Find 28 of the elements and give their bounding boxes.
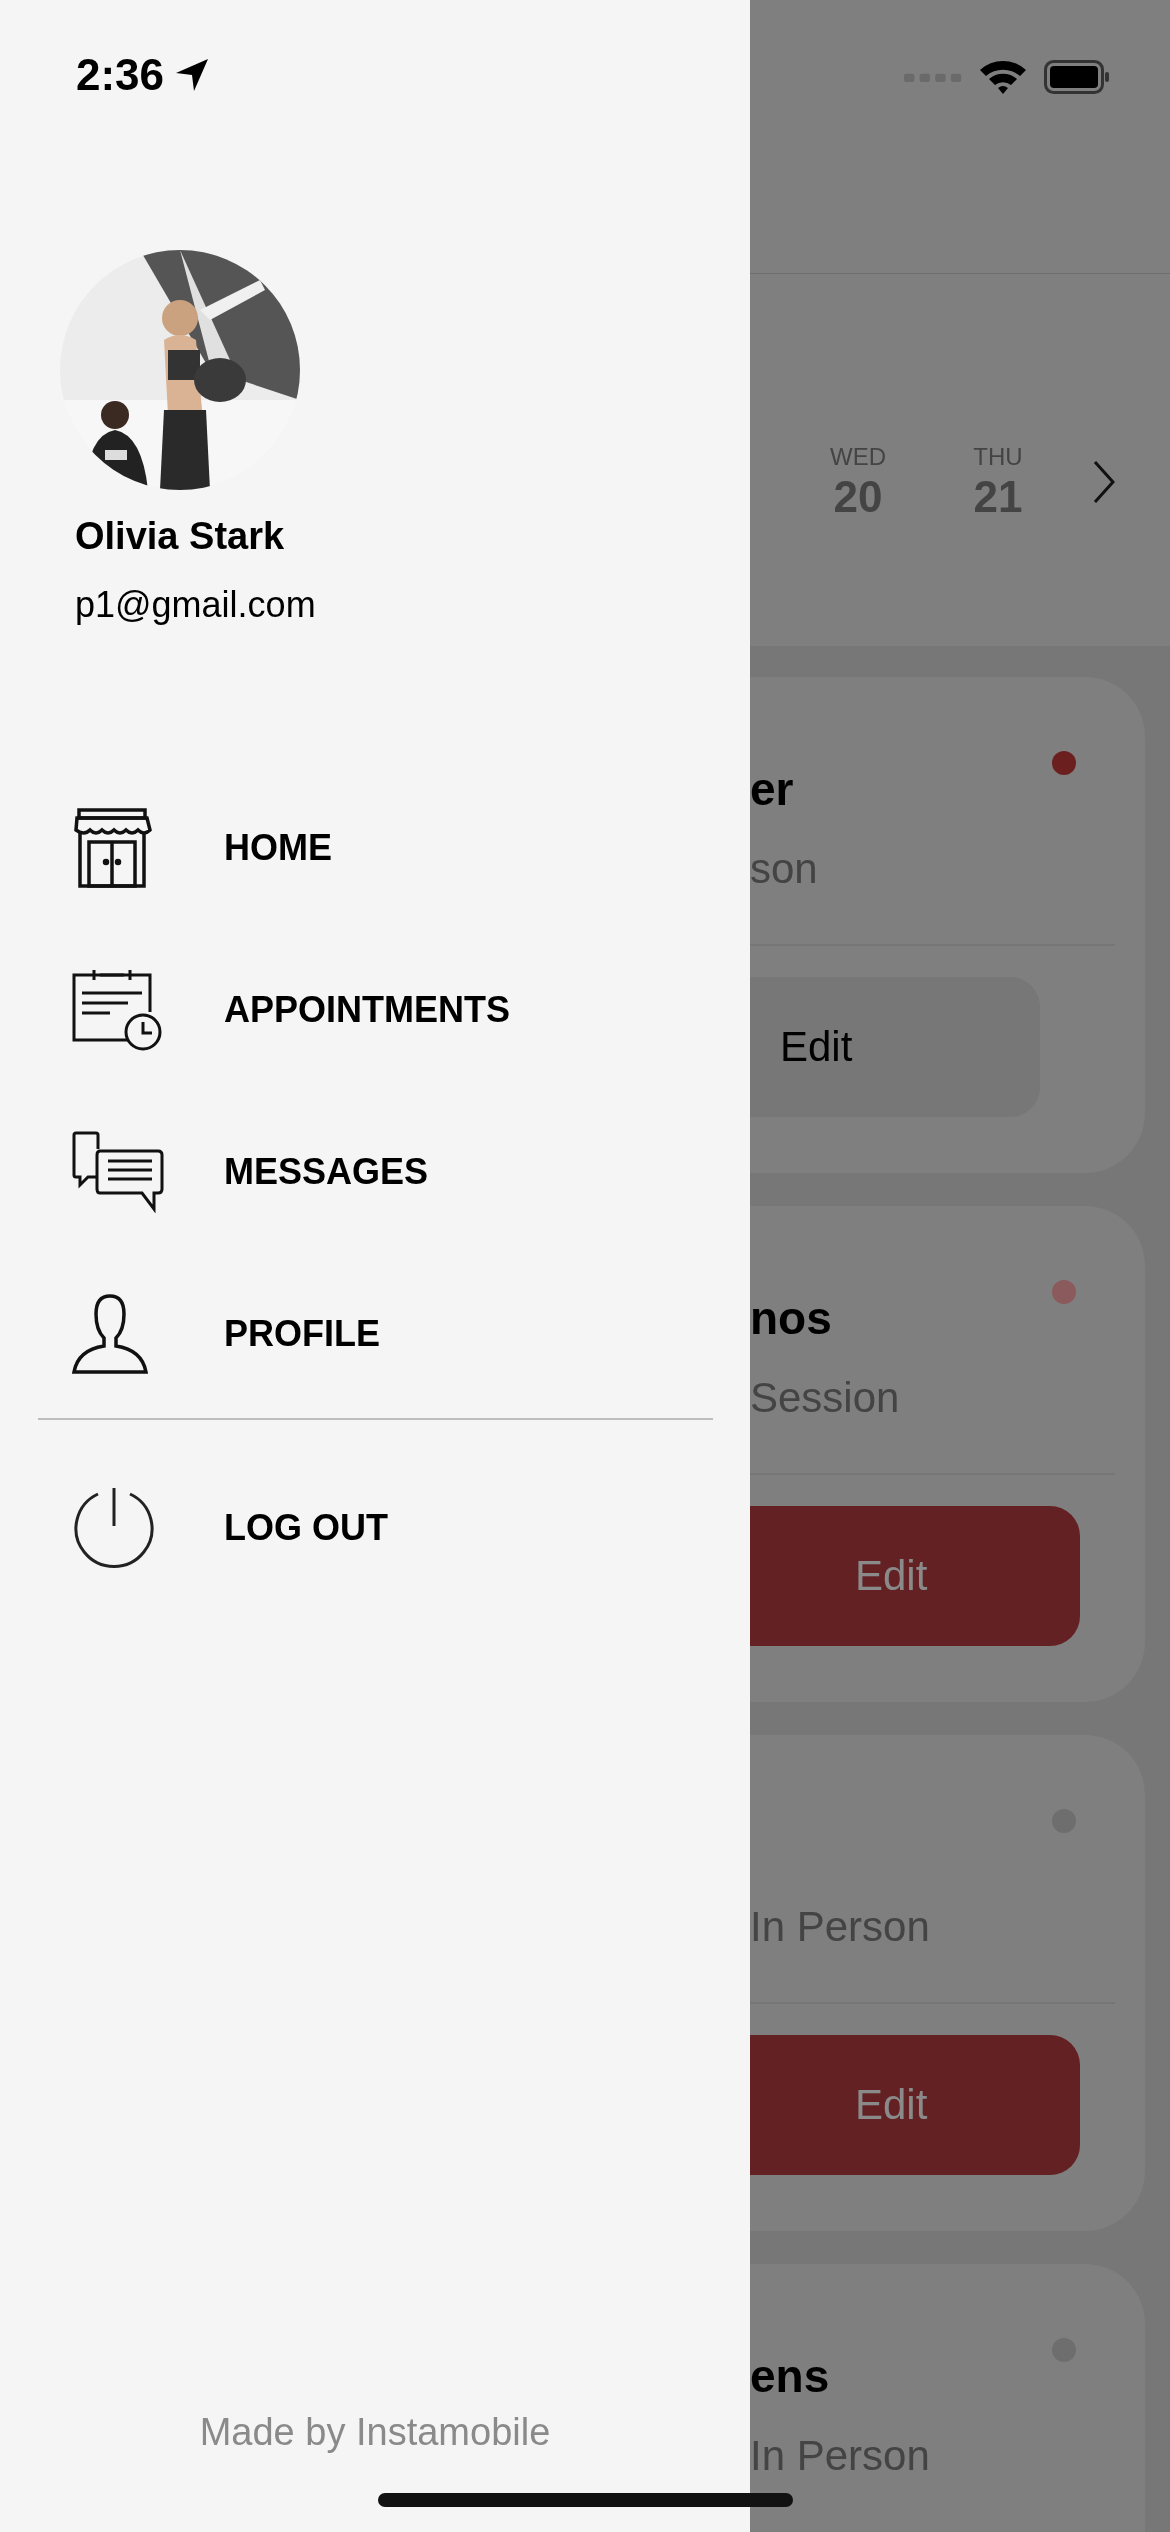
person-icon <box>72 1294 148 1374</box>
location-arrow-icon <box>174 57 211 93</box>
power-icon <box>72 1486 156 1570</box>
chevron-right-icon[interactable] <box>1093 460 1115 504</box>
weekday-label: THU <box>973 442 1023 472</box>
session-type: In Person <box>750 1902 931 1952</box>
client-name: ens <box>750 2349 831 2404</box>
menu-item[interactable]: APPOINTMENTS <box>0 929 510 1091</box>
calendar-clock-icon <box>72 968 164 1052</box>
user-name: Olivia Stark <box>75 514 285 558</box>
menu-item[interactable]: PROFILE <box>0 1253 380 1415</box>
footer-credit: Made by Instamobile <box>199 2410 551 2455</box>
status-time: 2:36 <box>76 50 165 100</box>
user-email: p1@gmail.com <box>75 583 316 627</box>
menu-item[interactable]: MESSAGES <box>0 1091 429 1253</box>
edit-button[interactable]: Edit <box>750 977 1040 1117</box>
wifi-icon <box>978 58 1028 96</box>
session-type: Session <box>750 1373 901 1423</box>
menu-item[interactable]: LOG OUT <box>0 1447 388 1609</box>
menu-item[interactable]: HOME <box>0 767 332 929</box>
client-name: nos <box>750 1291 833 1346</box>
weekday-label: WED <box>830 442 886 472</box>
session-type: In Person <box>750 2431 931 2481</box>
chat-bubbles-icon <box>72 1131 164 1213</box>
store-icon <box>72 808 152 888</box>
client-name: er <box>750 762 795 817</box>
session-type: son <box>750 844 819 894</box>
battery-icon <box>1044 60 1110 94</box>
